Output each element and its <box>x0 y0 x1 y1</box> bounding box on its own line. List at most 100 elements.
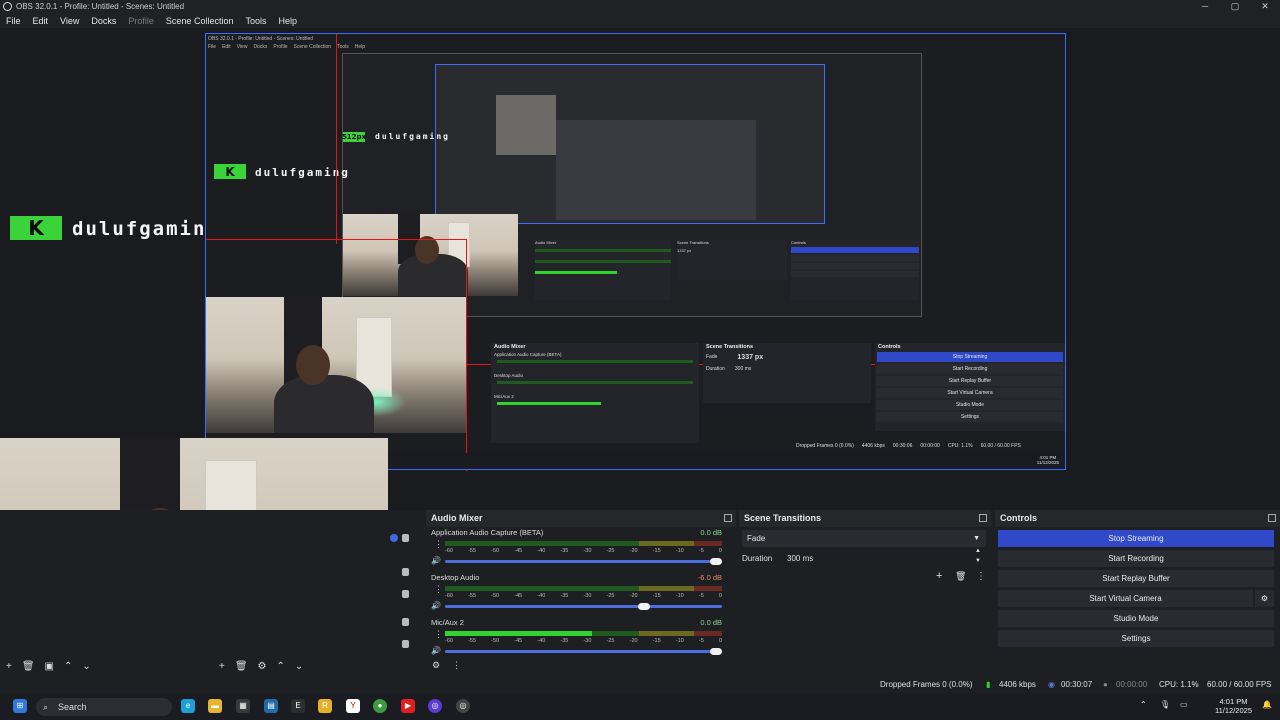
mixer-settings-icon[interactable]: ⚙ <box>432 660 440 671</box>
network-icon[interactable]: ▭ <box>1180 700 1188 709</box>
menu-help[interactable]: Help <box>272 16 303 26</box>
minimize-button[interactable]: ─ <box>1190 0 1220 13</box>
windows-start-icon[interactable]: ⊞ <box>13 699 27 713</box>
menu-scene-collection[interactable]: Scene Collection <box>160 16 240 26</box>
meter-tick: -10 <box>675 593 684 599</box>
add-source-icon[interactable]: + <box>219 661 225 672</box>
popout-icon[interactable] <box>979 514 987 522</box>
menu-file[interactable]: File <box>0 16 27 26</box>
menu-edit[interactable]: Edit <box>27 16 55 26</box>
source-up-icon[interactable]: ⌃ <box>277 661 285 672</box>
obs-icon[interactable]: ◎ <box>428 699 442 713</box>
menu-profile[interactable]: Profile <box>122 16 160 26</box>
speaker-icon[interactable]: 🔊 <box>431 556 441 565</box>
status-bar: Dropped Frames 0 (0.0%) ▮ 4406 kbps ◉ 00… <box>0 676 1280 693</box>
lock-icon[interactable] <box>402 590 409 598</box>
transition-select[interactable]: Fade ▼ <box>742 530 986 547</box>
more-icon[interactable]: ⋮ <box>434 585 443 594</box>
level-fill <box>445 631 592 636</box>
popout-icon[interactable] <box>724 514 732 522</box>
settings-button[interactable]: Settings <box>998 630 1274 647</box>
tray-chevron-icon[interactable]: ⌃ <box>1140 700 1147 709</box>
nested-audio-mixer: Audio Mixer <box>535 240 671 300</box>
file-explorer-icon[interactable]: ▬ <box>208 699 222 713</box>
more-icon[interactable]: ⋮ <box>434 540 443 549</box>
more-icon[interactable]: ⋮ <box>434 630 443 639</box>
maximize-button[interactable]: ▢ <box>1220 0 1250 13</box>
lock-icon[interactable] <box>402 640 409 648</box>
start-replay-buffer-button[interactable]: Start Replay Buffer <box>998 570 1274 587</box>
yandex-icon[interactable]: Y <box>346 699 360 713</box>
duration-label: Duration <box>742 554 773 563</box>
stop-streaming-button[interactable]: Stop Streaming <box>998 530 1274 547</box>
store-icon[interactable]: ▦ <box>236 699 250 713</box>
popout-icon[interactable] <box>1268 514 1276 522</box>
meter-tick: -10 <box>675 548 684 554</box>
menu-docks[interactable]: Docks <box>85 16 122 26</box>
nested-main-audio-mixer: Audio Mixer Application Audio Capture (B… <box>491 343 699 443</box>
menu-tools[interactable]: Tools <box>239 16 272 26</box>
mixer-more-icon[interactable]: ⋮ <box>452 660 461 671</box>
add-transition-icon[interactable]: + <box>936 570 942 582</box>
start-recording-button[interactable]: Start Recording <box>998 550 1274 567</box>
source-down-icon[interactable]: ⌄ <box>295 661 303 672</box>
volume-slider[interactable] <box>445 648 722 655</box>
mixer-channel: Mic/Aux 2 0.0 dB ⋮ -60 -55 -50 -45 -40 -35 -30… <box>429 618 724 662</box>
speaker-icon[interactable]: 🔊 <box>431 646 441 655</box>
mixer-toolbar: ⚙ ⋮ <box>432 660 461 671</box>
edge-icon[interactable]: e <box>181 699 195 713</box>
virtual-camera-settings-icon[interactable]: ⚙ <box>1255 590 1274 607</box>
taskbar-search[interactable]: ⌕ Search <box>36 698 172 716</box>
camera-source[interactable] <box>0 438 388 510</box>
gear-icon[interactable]: ⚙ <box>258 661 267 672</box>
add-scene-icon[interactable]: + <box>6 661 12 672</box>
menu-view[interactable]: View <box>54 16 85 26</box>
studio-mode-button[interactable]: Studio Mode <box>998 610 1274 627</box>
notification-icon[interactable]: 🔔 <box>1262 700 1272 709</box>
clock[interactable]: 4:01 PM 11/12/2025 <box>1215 697 1252 715</box>
meter-tick: -25 <box>606 638 615 644</box>
controls-title: Controls <box>995 510 1280 527</box>
mic-icon[interactable]: 🎙 <box>1160 700 1170 709</box>
volume-knob[interactable] <box>710 558 722 565</box>
remove-scene-icon[interactable]: 🗑 <box>22 661 35 672</box>
cpu-usage: CPU: 1.1% <box>1159 680 1199 689</box>
lock-icon[interactable] <box>402 568 409 576</box>
move-down-icon[interactable]: ⌄ <box>82 661 90 672</box>
scene-preview[interactable]: K dulufgaming OBS 32.0.1 - Profile: Unti… <box>0 28 1280 510</box>
remove-source-icon[interactable]: 🗑 <box>235 661 248 672</box>
duration-stepper-up-icon[interactable]: ▲ <box>975 548 981 554</box>
lock-icon[interactable] <box>402 618 409 626</box>
obs-alt-icon[interactable]: ◎ <box>456 699 470 713</box>
dropped-frames: Dropped Frames 0 (0.0%) <box>880 680 973 689</box>
filter-icon[interactable]: ▣ <box>45 661 54 672</box>
transition-more-icon[interactable]: ⋮ <box>976 571 986 582</box>
move-up-icon[interactable]: ⌃ <box>64 661 72 672</box>
signal-icon: ▮ <box>986 680 991 689</box>
youtube-icon[interactable]: ▶ <box>401 699 415 713</box>
duration-stepper-down-icon[interactable]: ▼ <box>975 558 981 564</box>
rockstar-icon[interactable]: R <box>318 699 332 713</box>
remove-transition-icon[interactable]: 🗑 <box>955 571 966 582</box>
mixer-channel: Desktop Audio -6.0 dB ⋮ -60 -55 -50 -45 -40-… <box>429 573 724 617</box>
meter-tick: -50 <box>491 548 500 554</box>
lock-icon[interactable] <box>402 534 409 542</box>
nested-transitions: Scene Transitions 1337 px <box>677 240 787 280</box>
app-icon[interactable]: ▤ <box>264 699 278 713</box>
close-button[interactable]: ✕ <box>1250 0 1280 13</box>
start-virtual-camera-button[interactable]: Start Virtual Camera <box>998 590 1253 607</box>
volume-slider[interactable] <box>445 603 722 610</box>
meter-tick: -50 <box>491 638 500 644</box>
eye-icon[interactable] <box>390 534 398 542</box>
volume-knob[interactable] <box>710 648 722 655</box>
duration-input[interactable]: 300 ms <box>787 554 813 563</box>
chrome-icon[interactable]: ● <box>373 699 387 713</box>
meter-tick: -35 <box>560 593 569 599</box>
volume-slider[interactable] <box>445 558 722 565</box>
speaker-icon[interactable]: 🔊 <box>431 601 441 610</box>
nested-controls: Controls <box>791 240 919 300</box>
epic-games-icon[interactable]: E <box>291 699 305 713</box>
meter-tick: -20 <box>629 548 638 554</box>
scene-transitions-dock: Scene Transitions Fade ▼ Duration 300 ms … <box>739 510 991 676</box>
volume-knob[interactable] <box>637 603 650 610</box>
